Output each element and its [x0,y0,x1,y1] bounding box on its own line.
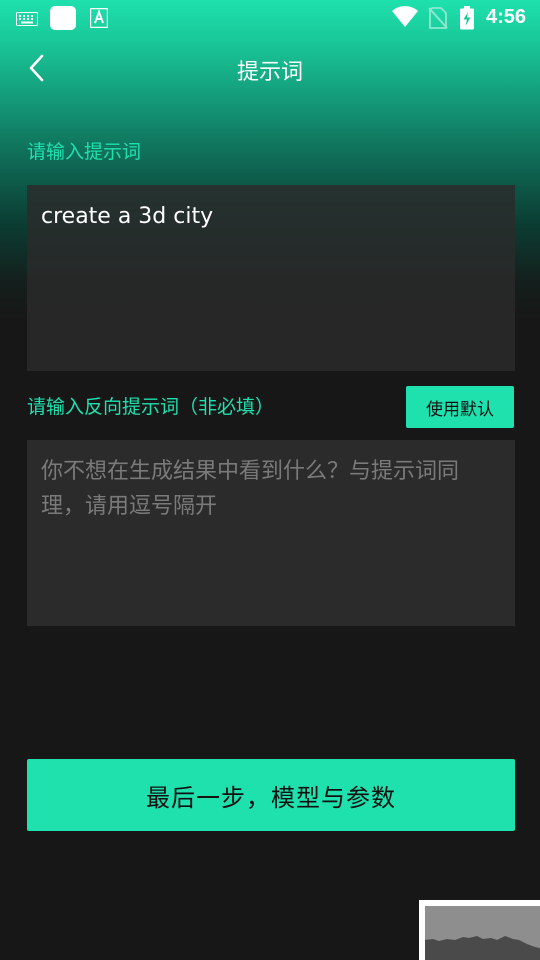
floating-preview-thumbnail[interactable] [419,900,540,960]
wifi-icon [392,6,418,32]
prompt-input[interactable]: create a 3d city [27,185,515,371]
status-bar: 4:56 [0,0,540,36]
font-a-icon [89,7,109,32]
negative-prompt-label: 请输入反向提示词（非必填） [27,396,275,418]
battery-charging-icon [459,6,475,34]
next-step-button[interactable]: 最后一步，模型与参数 [27,759,515,831]
app-square-icon [50,6,76,30]
use-default-button[interactable]: 使用默认 [406,386,514,428]
page-title: 提示词 [236,60,303,85]
status-time: 4:56 [486,6,527,28]
prompt-label: 请输入提示词 [27,141,142,163]
no-sim-icon [428,6,448,34]
keyboard-icon [16,11,38,30]
negative-prompt-input[interactable] [27,440,515,626]
